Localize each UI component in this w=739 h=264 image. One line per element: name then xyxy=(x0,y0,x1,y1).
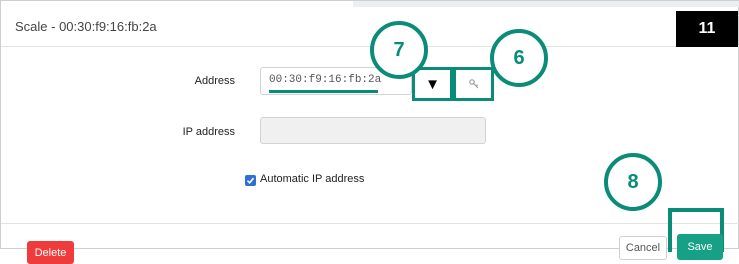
check-icon xyxy=(246,177,255,184)
dialog-title: Scale - 00:30:f9:16:fb:2a xyxy=(15,19,157,34)
automatic-ip-label: Automatic IP address xyxy=(260,173,365,185)
ip-address-input[interactable] xyxy=(260,117,486,144)
scale-dialog: Scale - 00:30:f9:16:fb:2a 11 Address 00:… xyxy=(0,0,739,264)
ip-address-label: IP address xyxy=(182,126,235,138)
step-number-badge: 11 xyxy=(676,11,738,47)
callout-6: 6 xyxy=(490,29,548,87)
automatic-ip-checkbox[interactable] xyxy=(245,175,256,186)
cancel-button[interactable]: Cancel xyxy=(619,236,667,260)
callout-7: 7 xyxy=(370,21,428,79)
address-label: Address xyxy=(194,75,235,87)
address-lookup-button[interactable] xyxy=(453,67,494,101)
key-icon xyxy=(468,79,478,89)
dialog-header: Scale - 00:30:f9:16:fb:2a xyxy=(1,7,739,47)
address-dropdown-button[interactable]: ▼ xyxy=(412,67,453,101)
triangle-down-icon: ▼ xyxy=(425,75,440,93)
delete-button[interactable]: Delete xyxy=(27,241,74,264)
callout-8: 8 xyxy=(604,153,662,211)
save-button[interactable]: Save xyxy=(677,234,723,260)
address-highlight-underline xyxy=(269,90,378,93)
